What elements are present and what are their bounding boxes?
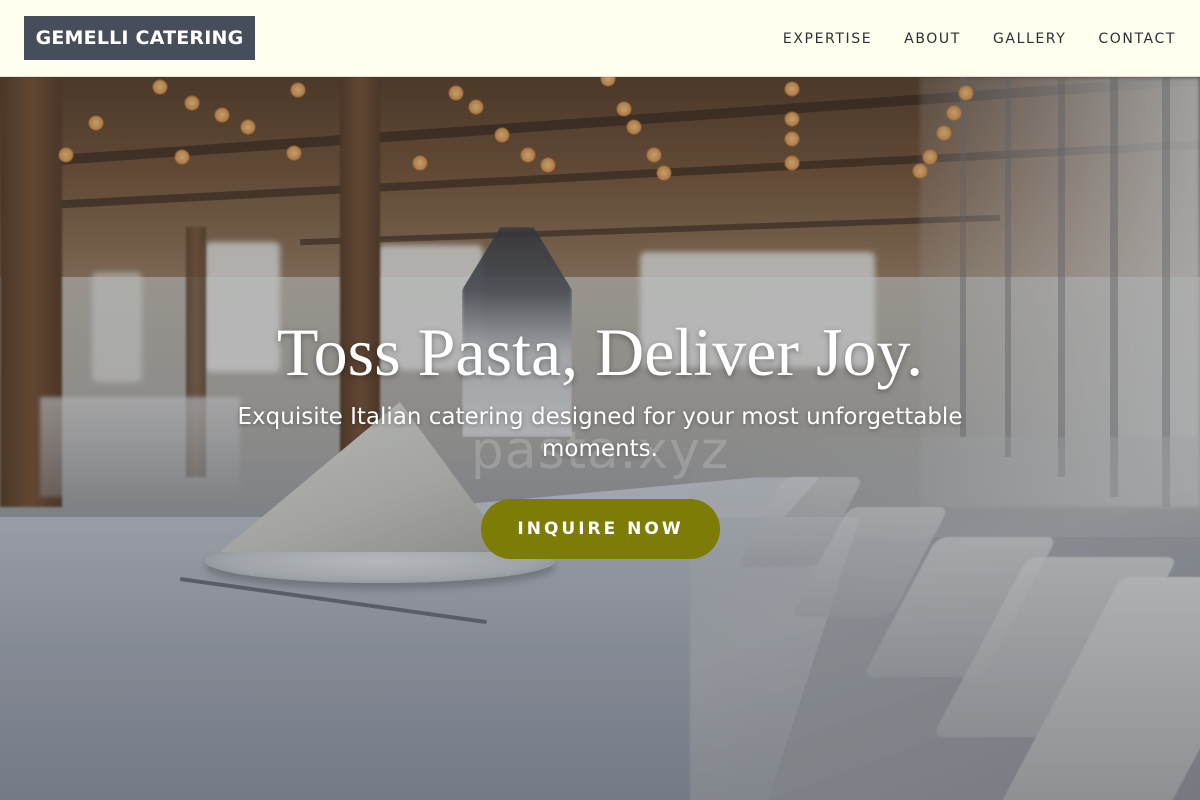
hero-section: pasta.xyz Toss Pasta, Deliver Joy. Exqui… <box>0 77 1200 800</box>
nav-link-expertise[interactable]: EXPERTISE <box>783 31 872 47</box>
hero-title: Toss Pasta, Deliver Joy. <box>276 314 924 390</box>
site-header: GEMELLI CATERING EXPERTISE ABOUT GALLERY… <box>0 0 1200 77</box>
hero-content: Toss Pasta, Deliver Joy. Exquisite Itali… <box>0 77 1200 800</box>
hero-subtitle: Exquisite Italian catering designed for … <box>237 404 963 462</box>
inquire-now-button[interactable]: INQUIRE NOW <box>481 499 720 559</box>
main-nav: EXPERTISE ABOUT GALLERY CONTACT <box>783 0 1176 77</box>
nav-link-contact[interactable]: CONTACT <box>1098 31 1176 47</box>
site-logo[interactable]: GEMELLI CATERING <box>24 16 255 60</box>
nav-link-about[interactable]: ABOUT <box>904 31 961 47</box>
nav-link-gallery[interactable]: GALLERY <box>993 31 1066 47</box>
